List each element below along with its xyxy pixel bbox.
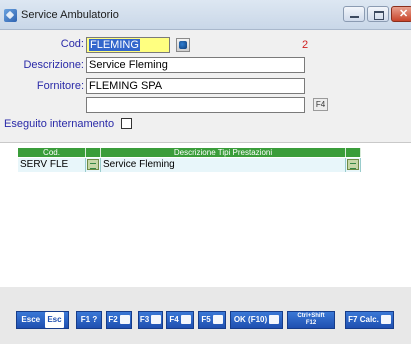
eseguito-checkbox[interactable]: [121, 118, 132, 129]
row-descrizione[interactable]: Service Fleming: [101, 158, 346, 172]
fornitore-field[interactable]: FLEMING SPA: [86, 78, 305, 94]
close-button[interactable]: ✕: [391, 6, 411, 22]
ok-label: OK (F10): [233, 315, 268, 324]
header-icon-col: [86, 148, 101, 157]
minimize-button[interactable]: [343, 6, 365, 22]
f4-button[interactable]: F4: [166, 311, 194, 329]
esce-button[interactable]: Esce Esc: [16, 311, 69, 329]
f4-lookup-button[interactable]: F4: [313, 98, 328, 111]
cod-field[interactable]: FLEMING: [86, 37, 170, 53]
detail-form: Cod: FLEMING 2 Descrizione: Service Flem…: [0, 30, 411, 142]
esc-key-icon: Esc: [45, 312, 64, 328]
extra-field[interactable]: [86, 97, 305, 113]
descrizione-field[interactable]: Service Fleming: [86, 57, 305, 73]
f5-button[interactable]: F5: [198, 311, 226, 329]
f3-cut-button[interactable]: F3: [138, 311, 163, 329]
fornitore-label: Fornitore:: [36, 80, 84, 92]
row-icon-cell[interactable]: [86, 158, 101, 172]
ctrl-shift-label: Ctrl+Shift: [297, 313, 325, 319]
lookup-icon[interactable]: [176, 38, 190, 52]
f7-calc-button[interactable]: F7 Calc.: [345, 311, 394, 329]
grid-icon: [347, 159, 359, 170]
window-title: Service Ambulatorio: [21, 9, 119, 21]
f12-label: F12: [305, 320, 317, 326]
descrizione-label: Descrizione:: [23, 59, 84, 71]
f1-help-button[interactable]: F1 ?: [76, 311, 102, 329]
pencil-icon: [119, 315, 130, 325]
scissors-icon: [151, 315, 162, 325]
prestazioni-grid: Cod. Descrizione Tipi Prestazioni SERV F…: [0, 142, 411, 287]
eseguito-label: Eseguito internamento: [4, 118, 115, 130]
ctrl-shift-f12-button[interactable]: Ctrl+Shift F12: [287, 311, 335, 329]
close-icon: ✕: [399, 8, 409, 20]
row-end-cell[interactable]: [346, 158, 361, 172]
f5-label: F5: [201, 315, 211, 324]
f4-label: F4: [169, 315, 179, 324]
window-titlebar: Service Ambulatorio ✕: [0, 0, 411, 30]
esce-label: Esce: [21, 315, 41, 324]
f3-label: F3: [139, 315, 150, 324]
save-icon: [269, 315, 280, 325]
grid-icon: [87, 159, 99, 170]
app-icon: [4, 9, 17, 22]
row-cod[interactable]: SERV FLE: [18, 158, 86, 172]
f7-label: F7 Calc.: [348, 315, 379, 324]
header-cod: Cod.: [18, 148, 86, 157]
window-icon: [180, 315, 191, 325]
header-end-col: [346, 148, 361, 157]
f2-edit-button[interactable]: F2: [106, 311, 132, 329]
cod-label: Cod:: [60, 38, 84, 50]
header-descrizione: Descrizione Tipi Prestazioni: [101, 148, 346, 157]
record-counter: 2: [302, 39, 309, 51]
maximize-button[interactable]: [367, 6, 389, 22]
cod-value: FLEMING: [89, 39, 140, 51]
function-toolbar: Esce Esc F1 ? F2 F3 F4 F5 OK (F10) Ctrl+…: [0, 287, 411, 344]
calculator-icon: [380, 315, 391, 325]
window-icon: [212, 315, 223, 325]
f2-label: F2: [108, 315, 118, 324]
ok-f10-button[interactable]: OK (F10): [230, 311, 283, 329]
